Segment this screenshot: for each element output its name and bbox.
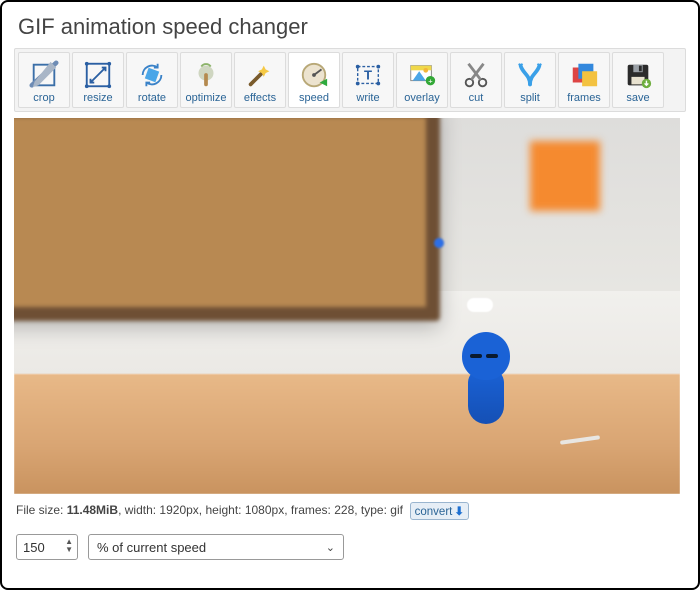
tool-speed[interactable]: speed: [288, 52, 340, 108]
svg-text:+: +: [428, 76, 433, 85]
crop-icon: [29, 60, 59, 90]
tool-label: crop: [33, 92, 54, 104]
height-value: 1080px: [245, 503, 284, 517]
stepper-arrows[interactable]: ▲▼: [65, 538, 73, 554]
tool-label: cut: [469, 92, 484, 104]
tool-label: resize: [83, 92, 112, 104]
tool-cut[interactable]: cut: [450, 52, 502, 108]
frames-value: 228: [334, 503, 354, 517]
speed-icon: [299, 60, 329, 90]
tool-crop[interactable]: crop: [18, 52, 70, 108]
tool-resize[interactable]: resize: [72, 52, 124, 108]
tool-label: write: [356, 92, 379, 104]
convert-button[interactable]: convert⬇: [410, 502, 469, 520]
tool-frames[interactable]: frames: [558, 52, 610, 108]
speed-value-input[interactable]: 150 ▲▼: [16, 534, 78, 560]
save-icon: [623, 60, 653, 90]
tool-rotate[interactable]: rotate: [126, 52, 178, 108]
resize-icon: [83, 60, 113, 90]
chevron-down-icon: ⌄: [326, 541, 335, 554]
preview-image: [14, 118, 680, 494]
tool-label: frames: [567, 92, 601, 104]
optimize-icon: [191, 60, 221, 90]
tool-optimize[interactable]: optimize: [180, 52, 232, 108]
tool-split[interactable]: split: [504, 52, 556, 108]
tool-label: rotate: [138, 92, 166, 104]
app-frame: GIF animation speed changer crop resize …: [0, 0, 700, 590]
split-icon: [515, 60, 545, 90]
tool-label: optimize: [186, 92, 227, 104]
speed-value: 150: [23, 540, 45, 555]
overlay-icon: +: [407, 60, 437, 90]
convert-label: convert: [415, 506, 453, 518]
tool-effects[interactable]: effects: [234, 52, 286, 108]
tool-label: overlay: [404, 92, 439, 104]
tool-label: speed: [299, 92, 329, 104]
width-value: 1920px: [159, 503, 198, 517]
file-size-value: 11.48MiB: [67, 503, 118, 517]
frames-icon: [569, 60, 599, 90]
width-label: , width:: [118, 503, 159, 517]
speed-controls: 150 ▲▼ % of current speed ⌄: [16, 534, 686, 560]
type-value: gif: [390, 503, 403, 517]
file-size-label: File size:: [16, 503, 67, 517]
file-info: File size: 11.48MiB, width: 1920px, heig…: [16, 502, 686, 520]
page-title: GIF animation speed changer: [18, 14, 686, 40]
tool-label: split: [520, 92, 540, 104]
tool-write[interactable]: T write: [342, 52, 394, 108]
tool-label: effects: [244, 92, 276, 104]
svg-text:T: T: [364, 68, 372, 83]
frames-label: , frames:: [284, 503, 334, 517]
cut-icon: [461, 60, 491, 90]
tool-label: save: [626, 92, 649, 104]
toolbar: crop resize rotate optimize effects: [14, 48, 686, 112]
height-label: , height:: [199, 503, 245, 517]
rotate-icon: [137, 60, 167, 90]
speed-unit-select[interactable]: % of current speed ⌄: [88, 534, 344, 560]
effects-icon: [245, 60, 275, 90]
speed-unit-text: % of current speed: [97, 540, 206, 555]
type-label: , type:: [354, 503, 390, 517]
tool-overlay[interactable]: + overlay: [396, 52, 448, 108]
download-icon: ⬇: [454, 506, 464, 518]
tool-save[interactable]: save: [612, 52, 664, 108]
write-icon: T: [353, 60, 383, 90]
